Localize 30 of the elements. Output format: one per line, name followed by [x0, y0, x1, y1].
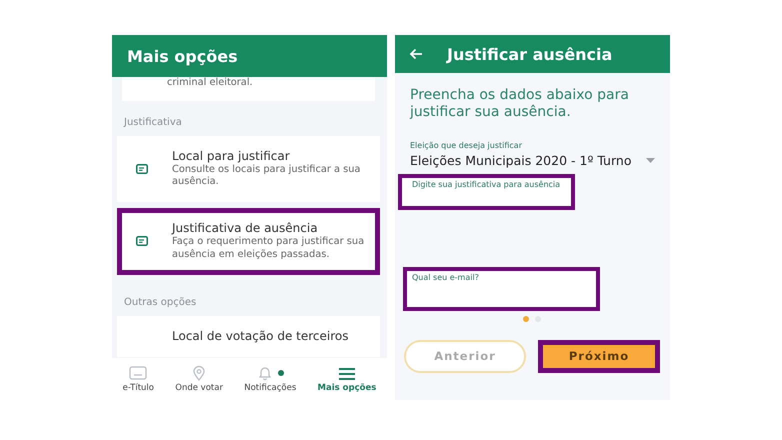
- back-button[interactable]: [407, 46, 425, 62]
- back-arrow-icon: [409, 48, 423, 60]
- menu-icon: [338, 365, 356, 381]
- id-card-icon: [129, 365, 148, 381]
- nav-tab[interactable]: Notificações: [244, 365, 296, 393]
- nav-tab[interactable]: e-Título: [122, 365, 154, 393]
- card-title: Local de votação de terceiros: [172, 328, 348, 344]
- input-field[interactable]: Digite sua justificativa para ausência: [398, 174, 575, 210]
- list-card[interactable]: Local de votação de terceiros: [117, 316, 380, 357]
- nav-tab[interactable]: Mais opções: [318, 365, 376, 393]
- card-title: Justificativa de ausência: [172, 221, 319, 236]
- input-field[interactable]: Qual seu e-mail?: [403, 266, 600, 311]
- next-button[interactable]: Próximo: [538, 340, 660, 373]
- list-card[interactable]: Local para justificar Consulte os locais para justificar a sua ausência.: [117, 136, 380, 202]
- screen-title: Justificar ausência: [447, 44, 612, 64]
- section-heading: Justificativa: [124, 116, 183, 128]
- list-card[interactable]: criminal eleitoral.: [122, 77, 375, 101]
- section-heading: Outras opções: [124, 296, 198, 308]
- intro-text: Preencha os dados abaixo para justificar sua ausência.: [410, 87, 630, 121]
- card-title: Local para justificar: [172, 148, 291, 164]
- nav-tab[interactable]: Onde votar: [175, 365, 223, 393]
- list-card[interactable]: Justificativa de ausência Faça o requerimento para justificar sua ausência em eleições passadas.: [117, 208, 380, 275]
- document-icon: [136, 236, 148, 246]
- card-description: Faça o requerimento para justificar sua ausência em eleições passadas.: [172, 236, 366, 262]
- screen-title: Mais opções: [112, 35, 387, 77]
- dropdown-field[interactable]: Eleição que deseja justificar Eleições Municipais 2020 - 1º Turno: [410, 140, 655, 168]
- document-icon: [136, 164, 148, 174]
- card-description: Consulte os locais para justificar a sua ausência.: [172, 164, 362, 190]
- dropdown-caret-icon: [646, 158, 655, 163]
- card-description: criminal eleitoral.: [167, 77, 253, 90]
